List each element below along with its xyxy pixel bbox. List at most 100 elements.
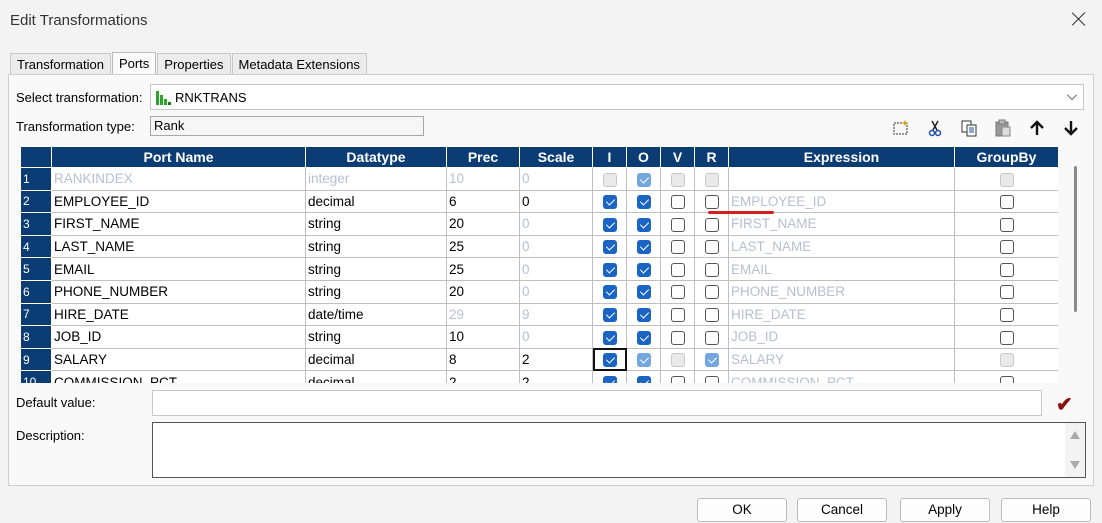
scale-cell[interactable]: 0 bbox=[519, 279, 593, 304]
groupby-checkbox[interactable] bbox=[999, 308, 1014, 323]
rank-checkbox[interactable] bbox=[704, 285, 719, 300]
datatype-cell[interactable]: string bbox=[305, 234, 447, 259]
datatype-cell[interactable]: integer bbox=[305, 167, 447, 191]
header-variable[interactable]: V bbox=[660, 146, 695, 168]
output-checkbox[interactable] bbox=[636, 375, 651, 383]
grid-vertical-scrollbar[interactable] bbox=[1066, 146, 1084, 383]
table-row[interactable]: 7 HIRE_DATE date/time 29 9 HIRE_DATE bbox=[20, 302, 1058, 327]
groupby-checkbox[interactable] bbox=[999, 217, 1014, 232]
groupby-checkbox[interactable] bbox=[999, 330, 1014, 345]
row-number[interactable]: 4 bbox=[20, 234, 52, 259]
tab-transformation[interactable]: Transformation bbox=[10, 53, 111, 75]
description-scrollbar[interactable] bbox=[1065, 423, 1085, 477]
select-transformation-dropdown[interactable]: RNKTRANS bbox=[150, 84, 1084, 110]
scale-cell[interactable]: 2 bbox=[519, 370, 593, 383]
expression-cell[interactable]: SALARY bbox=[728, 347, 955, 372]
groupby-checkbox[interactable] bbox=[999, 375, 1014, 383]
output-checkbox[interactable] bbox=[636, 330, 651, 345]
table-row[interactable]: 8 JOB_ID string 10 0 JOB_ID bbox=[20, 325, 1058, 349]
rank-checkbox[interactable] bbox=[704, 262, 719, 277]
expression-cell[interactable] bbox=[728, 167, 955, 191]
datatype-cell[interactable]: decimal bbox=[305, 370, 447, 383]
variable-checkbox[interactable] bbox=[670, 308, 685, 323]
table-row[interactable]: 2 EMPLOYEE_ID decimal 6 0 EMPLOYEE_ID bbox=[20, 189, 1058, 214]
row-number[interactable]: 9 bbox=[20, 347, 52, 372]
input-checkbox[interactable] bbox=[602, 353, 617, 368]
input-checkbox[interactable] bbox=[602, 330, 617, 345]
row-number[interactable]: 3 bbox=[20, 212, 52, 236]
row-number[interactable]: 7 bbox=[20, 302, 52, 327]
tab-ports[interactable]: Ports bbox=[111, 52, 157, 75]
chevron-down-icon[interactable] bbox=[1067, 90, 1077, 100]
port-name-cell[interactable]: RANKINDEX bbox=[51, 167, 306, 191]
variable-checkbox[interactable] bbox=[670, 240, 685, 255]
validate-checkmark-icon[interactable]: ✔ bbox=[1056, 392, 1080, 416]
header-groupby[interactable]: GroupBy bbox=[954, 146, 1058, 168]
input-checkbox[interactable] bbox=[602, 375, 617, 383]
header-prec[interactable]: Prec bbox=[446, 146, 520, 168]
input-checkbox[interactable] bbox=[602, 262, 617, 277]
ports-grid[interactable]: Port Name Datatype Prec Scale I O V R Ex… bbox=[20, 146, 1058, 383]
table-row[interactable]: 4 LAST_NAME string 25 0 LAST_NAME bbox=[20, 234, 1058, 259]
variable-checkbox[interactable] bbox=[670, 217, 685, 232]
new-port-icon[interactable] bbox=[884, 114, 918, 142]
row-number[interactable]: 2 bbox=[20, 189, 52, 214]
datatype-cell[interactable]: decimal bbox=[305, 189, 447, 214]
description-textarea[interactable] bbox=[152, 422, 1086, 478]
scale-cell[interactable]: 0 bbox=[519, 257, 593, 281]
input-checkbox[interactable] bbox=[602, 240, 617, 255]
default-value-input[interactable] bbox=[152, 390, 1042, 416]
scale-cell[interactable]: 9 bbox=[519, 302, 593, 327]
tab-metadata-extensions[interactable]: Metadata Extensions bbox=[231, 53, 367, 75]
rank-checkbox[interactable] bbox=[704, 330, 719, 345]
rank-checkbox[interactable] bbox=[704, 375, 719, 383]
input-checkbox[interactable] bbox=[602, 195, 617, 210]
port-name-cell[interactable]: SALARY bbox=[51, 347, 306, 372]
rank-checkbox[interactable] bbox=[704, 195, 719, 210]
header-input[interactable]: I bbox=[592, 146, 627, 168]
scale-cell[interactable]: 0 bbox=[519, 189, 593, 214]
input-checkbox[interactable] bbox=[602, 308, 617, 323]
output-checkbox[interactable] bbox=[636, 217, 651, 232]
header-scale[interactable]: Scale bbox=[519, 146, 593, 168]
expression-cell[interactable]: EMPLOYEE_ID bbox=[728, 189, 955, 214]
row-number[interactable]: 10 bbox=[20, 370, 52, 383]
tab-properties[interactable]: Properties bbox=[157, 53, 231, 75]
header-rank[interactable]: R bbox=[694, 146, 729, 168]
move-up-icon[interactable] bbox=[1020, 114, 1054, 142]
prec-cell[interactable]: 25 bbox=[446, 234, 520, 259]
rank-checkbox[interactable] bbox=[704, 240, 719, 255]
header-port-name[interactable]: Port Name bbox=[51, 146, 306, 168]
table-row[interactable]: 9 SALARY decimal 8 2 SALARY bbox=[20, 347, 1058, 372]
groupby-checkbox[interactable] bbox=[999, 285, 1014, 300]
ok-button[interactable]: OK bbox=[697, 498, 787, 522]
prec-cell[interactable]: 10 bbox=[446, 167, 520, 191]
cut-icon[interactable] bbox=[918, 114, 952, 142]
scale-cell[interactable]: 0 bbox=[519, 167, 593, 191]
expression-cell[interactable]: LAST_NAME bbox=[728, 234, 955, 259]
scroll-down-icon[interactable] bbox=[1070, 461, 1080, 469]
port-name-cell[interactable]: JOB_ID bbox=[51, 325, 306, 349]
datatype-cell[interactable]: date/time bbox=[305, 302, 447, 327]
scale-cell[interactable]: 0 bbox=[519, 234, 593, 259]
port-name-cell[interactable]: LAST_NAME bbox=[51, 234, 306, 259]
prec-cell[interactable]: 20 bbox=[446, 279, 520, 304]
rank-checkbox[interactable] bbox=[704, 308, 719, 323]
groupby-checkbox[interactable] bbox=[999, 240, 1014, 255]
cancel-button[interactable]: Cancel bbox=[797, 498, 887, 522]
expression-cell[interactable]: FIRST_NAME bbox=[728, 212, 955, 236]
prec-cell[interactable]: 20 bbox=[446, 212, 520, 236]
output-checkbox[interactable] bbox=[636, 262, 651, 277]
port-name-cell[interactable]: FIRST_NAME bbox=[51, 212, 306, 236]
output-checkbox[interactable] bbox=[636, 195, 651, 210]
variable-checkbox[interactable] bbox=[670, 375, 685, 383]
output-checkbox[interactable] bbox=[636, 285, 651, 300]
groupby-checkbox[interactable] bbox=[999, 262, 1014, 277]
scale-cell[interactable]: 2 bbox=[519, 347, 593, 372]
expression-cell[interactable]: PHONE_NUMBER bbox=[728, 279, 955, 304]
table-row[interactable]: 5 EMAIL string 25 0 EMAIL bbox=[20, 257, 1058, 281]
row-number[interactable]: 6 bbox=[20, 279, 52, 304]
port-name-cell[interactable]: EMAIL bbox=[51, 257, 306, 281]
header-expression[interactable]: Expression bbox=[728, 146, 955, 168]
output-checkbox[interactable] bbox=[636, 240, 651, 255]
